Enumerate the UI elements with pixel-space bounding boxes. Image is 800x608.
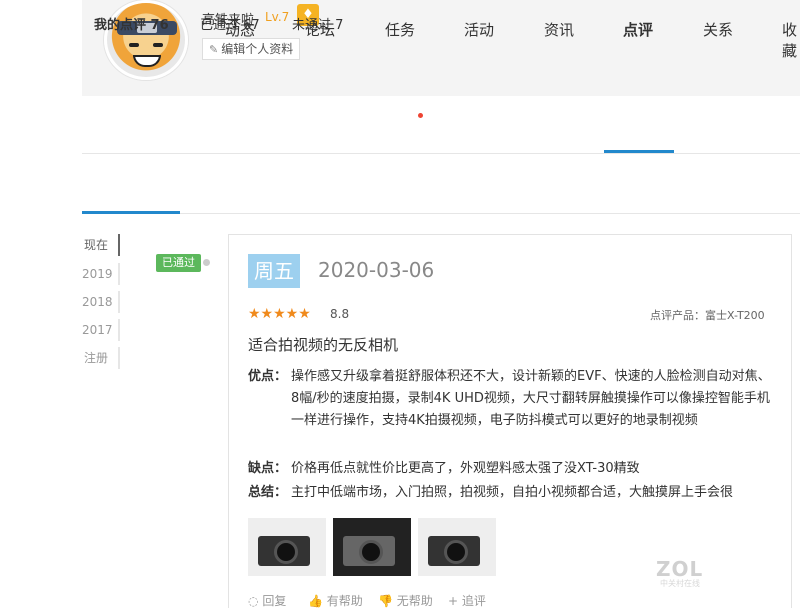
subtab-active-indicator	[82, 211, 180, 214]
follow-up-button[interactable]: + 追评	[448, 592, 486, 608]
timeline-item-2019[interactable]: 2019	[82, 263, 120, 285]
review-summary: 总结： 主打中低端市场，入门拍照，拍视频，自拍小视频都合适，大触摸屏上手会很	[248, 482, 778, 504]
unhelpful-label: 无帮助	[396, 594, 433, 608]
timeline-item-now[interactable]: 现在	[82, 234, 120, 256]
reply-button[interactable]: ◌ 回复	[248, 592, 286, 608]
review-pros: 优点： 操作感又升级拿着挺舒服体积还不大，设计新颖的EVF、快速的人脸检测自动对焦…	[248, 366, 778, 432]
review-photo-3[interactable]	[418, 518, 496, 576]
plus-icon: +	[448, 594, 459, 608]
edit-profile-button[interactable]: ✎ 编辑个人资料	[202, 38, 301, 60]
review-subtabs	[82, 170, 800, 214]
subtab-my-reviews[interactable]: 我的点评 76	[94, 14, 169, 33]
subtab-not-passed[interactable]: 未通过 7	[292, 14, 343, 33]
reviewed-product[interactable]: 点评产品：富士X-T200	[650, 307, 765, 323]
tab-activity[interactable]: 活动	[464, 19, 494, 40]
subtab-passed[interactable]: 已通过 67	[200, 14, 260, 33]
main-nav	[82, 96, 800, 154]
comment-icon: ◌	[248, 594, 259, 608]
profile-header	[82, 0, 800, 96]
timeline-item-2018[interactable]: 2018	[82, 291, 120, 313]
status-badge: 已通过	[156, 254, 201, 272]
thumbs-up-icon: 👍	[308, 594, 323, 608]
mouth	[133, 55, 161, 67]
cons-text: 价格再低点就性价比更高了，外观塑料感太强了没XT-30精致	[291, 461, 640, 476]
review-date: 2020-03-06	[318, 258, 435, 282]
avatar[interactable]	[104, 0, 188, 80]
pros-label: 优点：	[248, 369, 288, 384]
weekday-label: 周五	[248, 254, 300, 288]
tab-tasks[interactable]: 任务	[385, 19, 415, 40]
cons-label: 缺点：	[248, 461, 288, 476]
pros-text: 操作感又升级拿着挺舒服体积还不大，设计新颖的EVF、快速的人脸检测自动对焦、8幅…	[291, 369, 771, 428]
timeline-item-register[interactable]: 注册	[82, 347, 120, 369]
camera-lens	[274, 540, 298, 564]
edit-profile-label: 编辑个人资料	[221, 42, 294, 56]
notification-dot	[418, 113, 423, 118]
tab-news[interactable]: 资讯	[544, 19, 574, 40]
review-cons: 缺点： 价格再低点就性价比更高了，外观塑料感太强了没XT-30精致	[248, 458, 778, 480]
camera-lens	[359, 540, 383, 564]
level-badge: Lv.7	[265, 10, 290, 24]
review-photo-1[interactable]	[248, 518, 326, 576]
tab-reviews[interactable]: 点评	[623, 19, 653, 40]
eye-right	[153, 43, 163, 47]
rating-score: 8.8	[330, 307, 350, 321]
eye-left	[129, 43, 139, 47]
review-photo-2[interactable]	[333, 518, 411, 576]
helpful-label: 有帮助	[326, 594, 363, 608]
timeline-dot	[203, 259, 210, 266]
subtab-my-reviews-label: 我的点评	[94, 18, 147, 33]
unhelpful-button[interactable]: 👎 无帮助	[378, 592, 433, 608]
nav-active-indicator	[604, 150, 674, 153]
watermark-subtitle: 中关村在线	[660, 579, 700, 588]
subtab-my-reviews-count: 76	[150, 18, 169, 33]
thumbs-down-icon: 👎	[378, 594, 393, 608]
pencil-icon: ✎	[209, 43, 219, 56]
review-title[interactable]: 适合拍视频的无反相机	[248, 334, 398, 355]
reply-label: 回复	[262, 594, 287, 608]
follow-up-label: 追评	[461, 594, 486, 608]
rating-stars: ★★★★★	[248, 306, 311, 322]
summary-text: 主打中低端市场，入门拍照，拍视频，自拍小视频都合适，大触摸屏上手会很	[291, 485, 734, 500]
helpful-button[interactable]: 👍 有帮助	[308, 592, 363, 608]
summary-label: 总结：	[248, 485, 288, 500]
camera-lens	[444, 540, 468, 564]
tab-favorites[interactable]: 收藏	[782, 19, 800, 61]
timeline-item-2017[interactable]: 2017	[82, 319, 120, 341]
tab-relations[interactable]: 关系	[703, 19, 733, 40]
